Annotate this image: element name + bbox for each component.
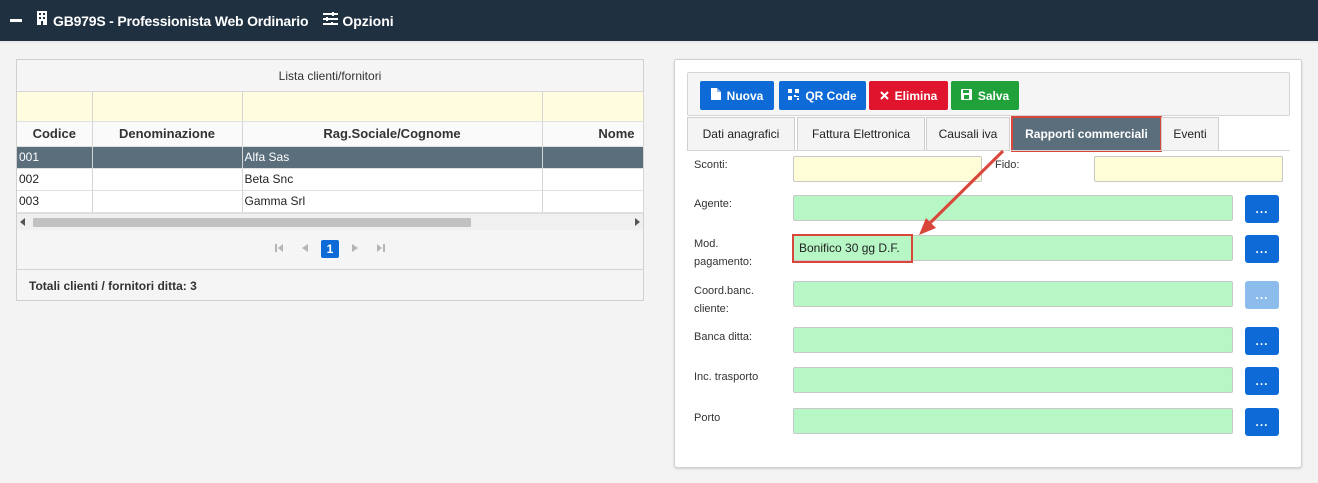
annotation-arrow [919,149,1005,235]
horizontal-scrollbar[interactable] [17,212,643,230]
prev-page-icon[interactable] [295,243,315,256]
filter-ragsoc[interactable] [242,92,543,122]
col-header-codice[interactable]: Codice [17,121,93,147]
cell-ragsoc: Gamma Srl [242,190,543,213]
cell-ragsoc: Alfa Sas [242,146,543,169]
next-page-icon[interactable] [345,243,365,256]
table-row[interactable]: 001 Alfa Sas [17,146,644,169]
current-page[interactable]: 1 [321,240,339,258]
last-page-icon[interactable] [371,243,391,256]
scroll-right-icon[interactable] [635,217,640,226]
cell-nome [542,190,644,213]
cell-denominazione [92,168,243,191]
cell-codice: 002 [17,168,93,191]
building-icon [36,11,48,30]
filter-denominazione[interactable] [92,92,243,122]
cell-denominazione [92,190,243,213]
detail-panel: Nuova QR Code Elimina Salva Dati anagraf… [674,59,1302,468]
app-title: GB979S - Professionista Web Ordinario [53,12,309,29]
header-row: Codice Denominazione Rag.Sociale/Cognome… [17,121,644,147]
col-header-ragsoc[interactable]: Rag.Sociale/Cognome [242,121,543,147]
col-header-denominazione[interactable]: Denominazione [92,121,243,147]
table-row[interactable]: 003 Gamma Srl [17,190,644,213]
cell-nome [542,168,644,191]
filter-row [17,92,644,122]
list-title: Lista clienti/fornitori [17,60,643,92]
options-menu[interactable]: Opzioni [342,13,393,29]
col-header-nome[interactable]: Nome [542,121,644,147]
filter-nome[interactable] [542,92,644,122]
customer-grid: Codice Denominazione Rag.Sociale/Cognome… [17,92,644,213]
cell-codice: 003 [17,190,93,213]
workspace: Lista clienti/fornitori Codice Denominaz… [0,43,1318,483]
cell-denominazione [92,146,243,169]
scrollbar-thumb[interactable] [33,217,471,227]
filter-codice[interactable] [17,92,93,122]
table-row[interactable]: 002 Beta Snc [17,168,644,191]
cell-ragsoc: Beta Snc [242,168,543,191]
app-header: GB979S - Professionista Web Ordinario Op… [0,0,1318,43]
first-page-icon[interactable] [269,243,289,256]
pager: 1 [17,230,643,270]
cell-nome [542,146,644,169]
cell-codice: 001 [17,146,93,169]
sliders-icon[interactable] [323,11,339,30]
customer-list-panel: Lista clienti/fornitori Codice Denominaz… [16,59,644,301]
totals-text: Totali clienti / fornitori ditta: 3 [29,278,197,293]
scroll-left-icon[interactable] [20,217,25,226]
minus-icon[interactable] [10,19,22,22]
